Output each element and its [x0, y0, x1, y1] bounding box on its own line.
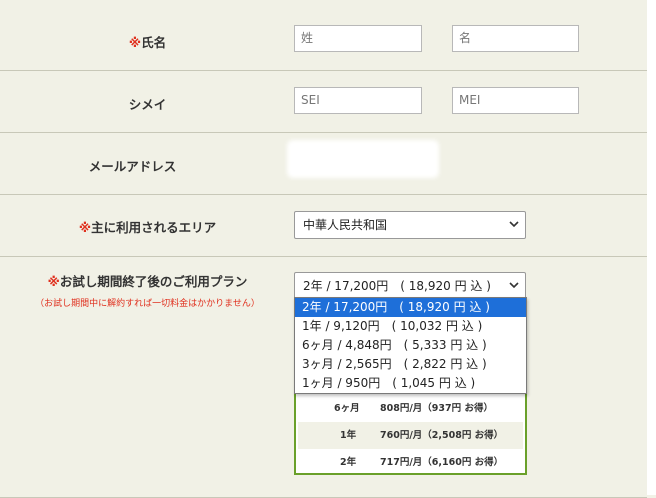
kana-label: シメイ — [128, 97, 167, 112]
required-mark: ※ — [47, 274, 60, 289]
plan-select[interactable]: 2年 / 17,200円 ( 18,920 円 込 ) — [294, 272, 526, 300]
chevron-down-icon — [509, 212, 519, 249]
area-label: ※主に利用されるエリア — [0, 217, 295, 236]
plan-dropdown-list: 2年 / 17,200円 ( 18,920 円 込 ) 1年 / 9,120円 … — [294, 297, 527, 394]
plan-label: ※お試し期間終了後のご利用プラン （お試し期間中に解約すれば一切料金はかかりませ… — [0, 271, 295, 309]
plan-select-value: 2年 / 17,200円 ( 18,920 円 込 ) — [303, 279, 491, 293]
plan-option[interactable]: 1年 / 9,120円 ( 10,032 円 込 ) — [295, 317, 526, 336]
plan-label-text: お試し期間終了後のご利用プラン — [59, 274, 248, 289]
table-row: 2年 717円/月（6,160円 お得） — [298, 449, 523, 476]
plan-option[interactable]: 3ヶ月 / 2,565円 ( 2,822 円 込 ) — [295, 355, 526, 374]
plan-price: 808円/月（937円 お得） — [380, 403, 493, 414]
last-name-input[interactable]: 姓 — [294, 25, 422, 52]
area-select-value: 中華人民共和国 — [303, 218, 388, 232]
required-mark: ※ — [78, 220, 92, 235]
name-label-text: 氏名 — [141, 35, 167, 50]
plan-price: 760円/月（2,508円 お得） — [380, 430, 504, 441]
kana-row: シメイ SEI MEI — [0, 71, 647, 133]
plan-note: （お試し期間中に解約すれば一切料金はかかりません） — [35, 299, 260, 309]
plan-term: 1年 — [340, 430, 357, 441]
first-name-input[interactable]: 名 — [452, 25, 579, 52]
area-row: ※主に利用されるエリア 中華人民共和国 — [0, 195, 647, 257]
required-mark: ※ — [128, 35, 142, 50]
plan-option[interactable]: 1ヶ月 / 950円 ( 1,045 円 込 ) — [295, 374, 526, 393]
plan-term: 6ヶ月 — [334, 403, 360, 414]
name-row: ※氏名 姓 名 — [0, 9, 647, 71]
area-label-text: 主に利用されるエリア — [91, 220, 217, 235]
first-name-kana-input[interactable]: MEI — [452, 87, 579, 114]
plan-option[interactable]: 2年 / 17,200円 ( 18,920 円 込 ) — [295, 298, 526, 317]
email-label: メールアドレス — [88, 159, 177, 174]
last-name-kana-input[interactable]: SEI — [294, 87, 422, 114]
table-row: 1年 760円/月（2,508円 お得） — [298, 422, 523, 449]
email-redacted-field[interactable] — [287, 140, 439, 178]
table-row: 6ヶ月 808円/月（937円 お得） — [298, 395, 523, 422]
plan-price-table: 6ヶ月 808円/月（937円 お得） 1年 760円/月（2,508円 お得）… — [294, 380, 527, 475]
name-label: ※氏名 — [0, 32, 295, 51]
area-select[interactable]: 中華人民共和国 — [294, 211, 526, 239]
plan-option[interactable]: 6ヶ月 / 4,848円 ( 5,333 円 込 ) — [295, 336, 526, 355]
plan-term: 2年 — [340, 457, 357, 468]
plan-price: 717円/月（6,160円 お得） — [380, 457, 504, 468]
page-edge — [647, 0, 656, 495]
